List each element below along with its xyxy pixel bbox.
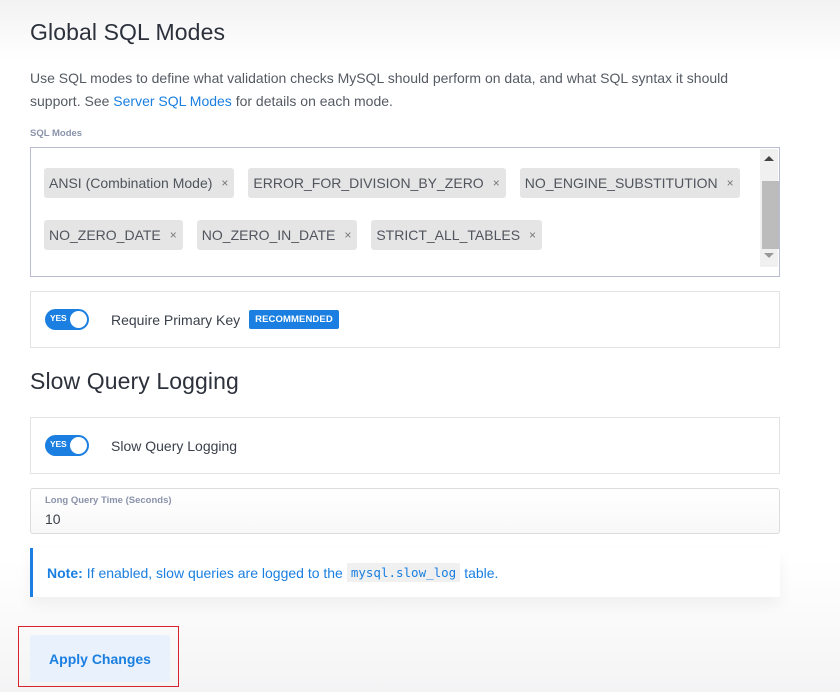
mode-chip: STRICT_ALL_TABLES × xyxy=(371,220,543,250)
mode-chip: NO_ZERO_IN_DATE × xyxy=(196,220,358,250)
sql-modes-description: Use SQL modes to define what validation … xyxy=(30,67,770,113)
mode-chip-label: NO_ENGINE_SUBSTITUTION xyxy=(524,175,718,191)
server-sql-modes-link[interactable]: Server SQL Modes xyxy=(113,93,232,109)
remove-chip-icon[interactable]: × xyxy=(529,228,536,242)
mode-chip: NO_ZERO_DATE × xyxy=(44,220,183,250)
mode-chip: ANSI (Combination Mode) × xyxy=(44,168,235,198)
note-prefix: Note: xyxy=(47,564,83,581)
toggle-state-label: YES xyxy=(50,313,67,323)
note-code: mysql.slow_log xyxy=(346,563,461,582)
apply-changes-button[interactable]: Apply Changes xyxy=(30,635,170,682)
scroll-down-arrow-icon[interactable] xyxy=(764,253,774,258)
selected-modes-list: ANSI (Combination Mode) × ERROR_FOR_DIVIS… xyxy=(44,168,744,250)
database-settings-page: Global SQL Modes Use SQL modes to define… xyxy=(0,0,840,692)
scroll-up-arrow-icon[interactable] xyxy=(764,156,774,161)
long-query-time-field[interactable]: Long Query Time (Seconds) xyxy=(30,488,780,534)
recommended-badge: RECOMMENDED xyxy=(249,310,339,329)
mode-chip: NO_ENGINE_SUBSTITUTION × xyxy=(519,168,740,198)
mode-chip-label: NO_ZERO_DATE xyxy=(49,227,161,243)
slow-query-logging-row: YES Slow Query Logging xyxy=(30,417,780,474)
mode-chip-label: ERROR_FOR_DIVISION_BY_ZERO xyxy=(253,175,484,191)
sql-modes-multiselect[interactable]: ANSI (Combination Mode) × ERROR_FOR_DIVIS… xyxy=(30,147,780,277)
note-text-end: table. xyxy=(464,564,499,581)
remove-chip-icon[interactable]: × xyxy=(344,228,351,242)
mode-chip-label: NO_ZERO_IN_DATE xyxy=(201,227,336,243)
require-primary-key-label: Require Primary Key xyxy=(111,311,241,328)
slow-query-logging-toggle[interactable]: YES xyxy=(45,435,89,456)
long-query-time-label: Long Query Time (Seconds) xyxy=(45,495,172,506)
note-text: If enabled, slow queries are logged to t… xyxy=(86,564,343,581)
global-sql-modes-heading: Global SQL Modes xyxy=(30,19,226,45)
description-text-end: for details on each mode. xyxy=(231,93,393,109)
mode-chip-label: STRICT_ALL_TABLES xyxy=(376,227,521,243)
scrollbar-thumb[interactable] xyxy=(762,181,779,249)
slow-query-logging-label: Slow Query Logging xyxy=(111,437,238,454)
mode-chip: ERROR_FOR_DIVISION_BY_ZERO × xyxy=(248,168,506,198)
slow-log-note: Note: If enabled, slow queries are logge… xyxy=(30,548,780,597)
require-primary-key-toggle[interactable]: YES xyxy=(45,309,89,330)
slow-query-logging-heading: Slow Query Logging xyxy=(30,368,239,394)
toggle-knob xyxy=(70,437,87,454)
modes-scrollbar[interactable] xyxy=(760,149,779,267)
toggle-knob xyxy=(70,311,87,328)
remove-chip-icon[interactable]: × xyxy=(493,176,500,190)
remove-chip-icon[interactable]: × xyxy=(221,176,228,190)
toggle-state-label: YES xyxy=(50,439,67,449)
remove-chip-icon[interactable]: × xyxy=(727,176,734,190)
require-primary-key-row: YES Require Primary Key RECOMMENDED xyxy=(30,291,780,348)
long-query-time-input[interactable] xyxy=(45,511,745,527)
remove-chip-icon[interactable]: × xyxy=(170,228,177,242)
sql-modes-label: SQL Modes xyxy=(30,128,83,139)
mode-chip-label: ANSI (Combination Mode) xyxy=(49,175,213,191)
